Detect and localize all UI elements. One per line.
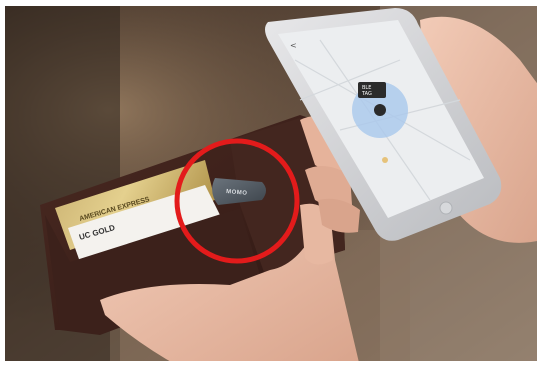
frame-right (537, 0, 542, 367)
frame-top (0, 0, 542, 6)
map-pin-label-line2: TAG (361, 91, 372, 97)
frame-bottom (0, 361, 542, 367)
map-poi (382, 157, 388, 163)
map-pin (374, 104, 386, 116)
home-button-icon (439, 201, 453, 215)
photo-canvas: AMERICAN EXPRESS UC GOLD MOMO BLE TAG < (0, 0, 542, 367)
product-photo: AMERICAN EXPRESS UC GOLD MOMO BLE TAG < (0, 0, 542, 367)
frame-left (0, 0, 5, 367)
back-chevron-icon: < (290, 41, 297, 50)
